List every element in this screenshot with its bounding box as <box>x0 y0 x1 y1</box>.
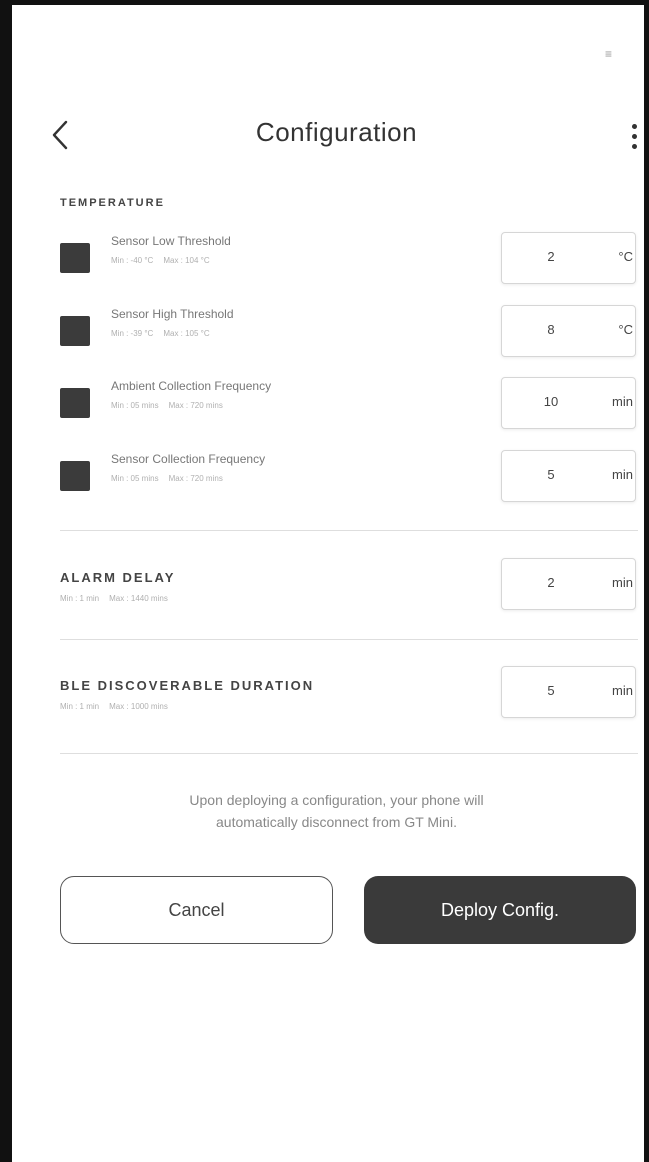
setting-label: Ambient Collection Frequency <box>111 379 272 393</box>
range-min: Min : 1 min <box>60 702 100 711</box>
status-indicator: ≡ <box>605 47 613 61</box>
input-unit: °C <box>618 249 633 264</box>
value-input[interactable]: 2 min <box>501 558 636 610</box>
disconnect-notice: Upon deploying a configuration, your pho… <box>12 789 649 833</box>
input-value: 2 <box>547 249 555 264</box>
divider <box>60 530 638 531</box>
setting-row-ambient-collection-frequency: Ambient Collection Frequency Min : 05 mi… <box>60 377 638 429</box>
setting-range: Min : -40 °C Max : 104 °C <box>111 256 210 265</box>
input-unit: min <box>612 467 633 482</box>
range-max: Max : 720 mins <box>168 401 223 410</box>
input-value: 5 <box>547 467 555 482</box>
range-max: Max : 720 mins <box>168 474 223 483</box>
setting-range: Min : 05 mins Max : 720 mins <box>111 401 223 410</box>
checkbox[interactable] <box>60 388 90 418</box>
setting-label: Sensor Low Threshold <box>111 234 231 248</box>
range-min: Min : -40 °C <box>111 256 154 265</box>
range-max: Max : 105 °C <box>163 329 210 338</box>
range-max: Max : 1000 mins <box>109 702 168 711</box>
setting-row-sensor-high-threshold: Sensor High Threshold Min : -39 °C Max : … <box>60 305 638 357</box>
range-max: Max : 1440 mins <box>109 594 168 603</box>
section-heading-alarm-delay: ALARM DELAY <box>60 570 176 585</box>
more-vertical-icon[interactable] <box>624 118 644 154</box>
checkbox[interactable] <box>60 316 90 346</box>
input-value: 5 <box>547 683 555 698</box>
input-value: 8 <box>547 322 555 337</box>
setting-range: Min : 05 mins Max : 720 mins <box>111 474 223 483</box>
value-input[interactable]: 2 °C <box>501 232 636 284</box>
range-min: Min : -39 °C <box>111 329 154 338</box>
notice-line: automatically disconnect from GT Mini. <box>216 814 457 830</box>
section-heading-temperature: TEMPERATURE <box>60 197 165 209</box>
value-input[interactable]: 8 °C <box>501 305 636 357</box>
input-value: 2 <box>547 575 555 590</box>
app-screen: ≡ Configuration TEMPERATURE Sensor Low T… <box>0 0 649 1162</box>
input-unit: min <box>612 575 633 590</box>
setting-range: Min : -39 °C Max : 105 °C <box>111 329 210 338</box>
setting-range: Min : 1 min Max : 1000 mins <box>60 702 168 711</box>
input-unit: min <box>612 683 633 698</box>
divider <box>60 753 638 754</box>
page-title: Configuration <box>255 117 418 147</box>
setting-block-ble-discoverable-duration: BLE DISCOVERABLE DURATION Min : 1 min Max… <box>60 666 638 718</box>
input-unit: °C <box>618 322 633 337</box>
value-input[interactable]: 10 min <box>501 377 636 429</box>
value-input[interactable]: 5 min <box>501 450 636 502</box>
divider <box>60 639 638 640</box>
input-value: 10 <box>543 394 559 409</box>
range-max: Max : 104 °C <box>163 256 210 265</box>
setting-label: Sensor Collection Frequency <box>111 452 266 466</box>
range-min: Min : 1 min <box>60 594 100 603</box>
range-min: Min : 05 mins <box>111 401 159 410</box>
checkbox[interactable] <box>60 243 90 273</box>
section-heading-ble-discoverable: BLE DISCOVERABLE DURATION <box>60 678 315 693</box>
setting-block-alarm-delay: ALARM DELAY Min : 1 min Max : 1440 mins 2… <box>60 558 638 610</box>
setting-row-sensor-low-threshold: Sensor Low Threshold Min : -40 °C Max : 1… <box>60 232 638 284</box>
value-input[interactable]: 5 min <box>501 666 636 718</box>
input-unit: min <box>612 394 633 409</box>
setting-label: Sensor High Threshold <box>111 307 234 321</box>
setting-row-sensor-collection-frequency: Sensor Collection Frequency Min : 05 min… <box>60 450 638 502</box>
cancel-button[interactable]: Cancel <box>60 876 333 944</box>
checkbox[interactable] <box>60 461 90 491</box>
setting-range: Min : 1 min Max : 1440 mins <box>60 594 168 603</box>
range-min: Min : 05 mins <box>111 474 159 483</box>
deploy-config-button[interactable]: Deploy Config. <box>364 876 636 944</box>
notice-line: Upon deploying a configuration, your pho… <box>189 792 484 808</box>
